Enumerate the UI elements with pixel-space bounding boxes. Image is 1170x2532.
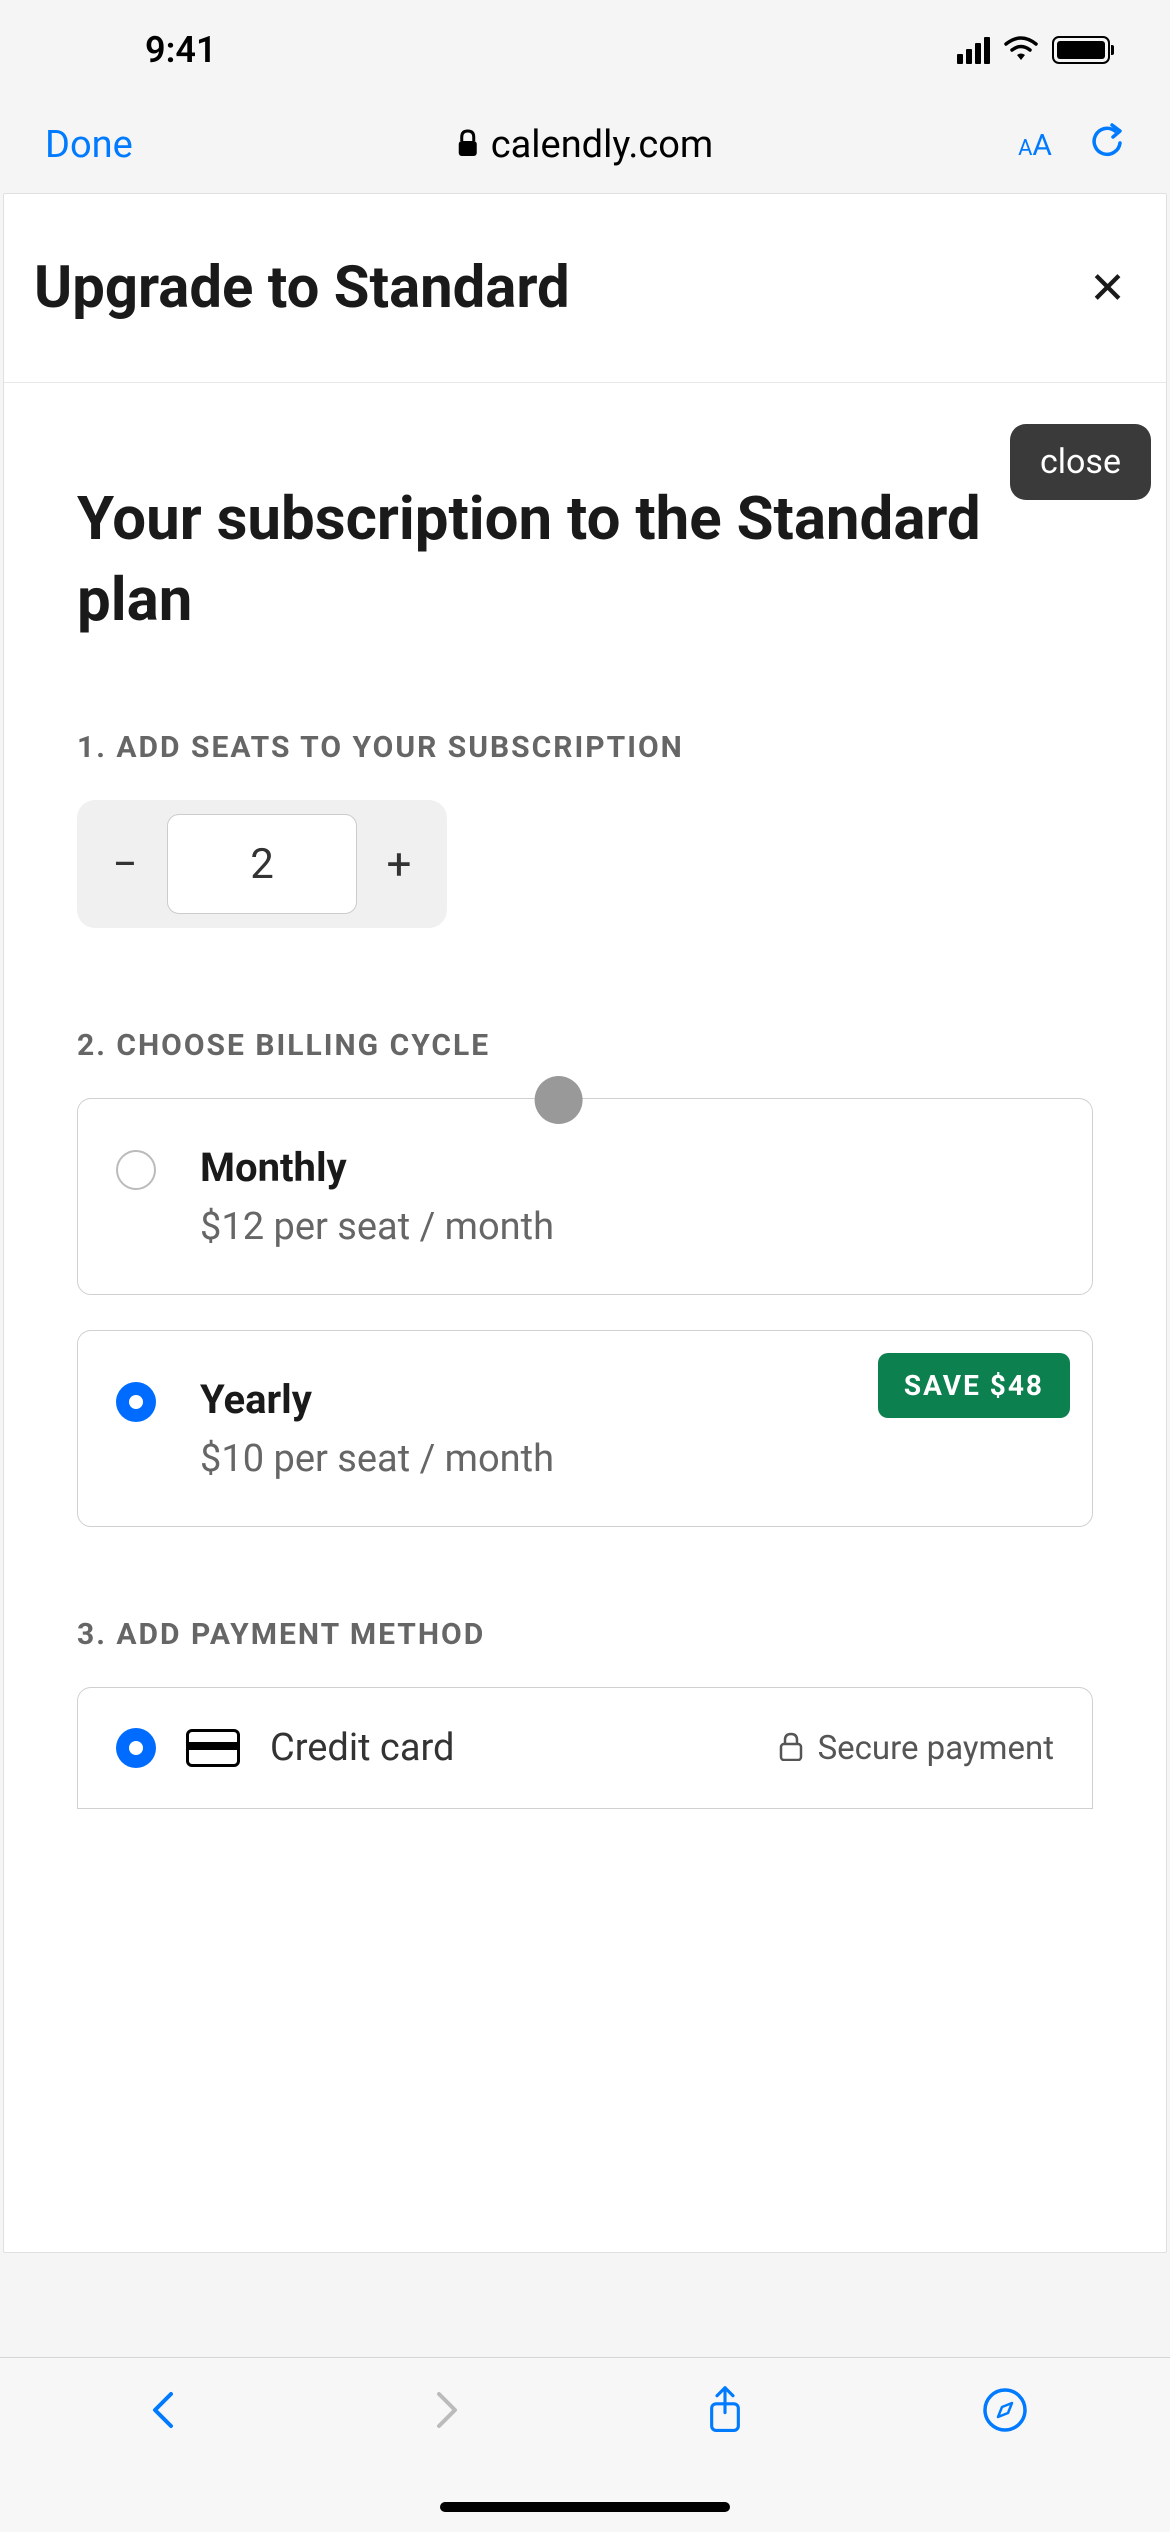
share-button[interactable] [701, 2386, 749, 2438]
option-name: Monthly [200, 1144, 1054, 1191]
forward-button[interactable] [421, 2386, 469, 2438]
seats-stepper: − 2 + [77, 800, 447, 928]
credit-card-icon [186, 1729, 240, 1767]
done-button[interactable]: Done [45, 123, 133, 167]
seats-section-label: 1. Add seats to your subscription [77, 730, 1093, 765]
status-icons [957, 34, 1110, 66]
reload-button[interactable] [1090, 123, 1125, 167]
safari-button[interactable] [981, 2386, 1029, 2438]
status-bar: 9:41 [0, 0, 1170, 100]
radio-monthly[interactable] [116, 1150, 156, 1190]
text-size-button[interactable]: AA [1018, 128, 1052, 163]
seats-value-input[interactable]: 2 [167, 814, 357, 914]
lock-icon [778, 1731, 804, 1765]
subscription-title: Your subscription to the Standard plan [77, 478, 1093, 640]
radio-credit-card[interactable] [116, 1728, 156, 1768]
browser-bar: Done calendly.com AA [0, 100, 1170, 190]
close-tooltip: close [1010, 424, 1151, 500]
billing-section-label: 2. Choose billing cycle [77, 1028, 1093, 1063]
cellular-signal-icon [957, 37, 990, 64]
save-badge: SAVE $48 [878, 1353, 1070, 1418]
payment-option-credit-card[interactable]: Credit card Secure payment [77, 1687, 1093, 1809]
battery-icon [1052, 36, 1110, 64]
billing-option-yearly[interactable]: SAVE $48 Yearly $10 per seat / month [77, 1330, 1093, 1527]
seats-increment-button[interactable]: + [369, 814, 429, 914]
billing-options: Monthly $12 per seat / month SAVE $48 Ye… [77, 1098, 1093, 1527]
status-time: 9:41 [145, 29, 217, 71]
payment-section-label: 3. Add payment method [77, 1617, 1093, 1652]
cursor-indicator-icon [535, 1076, 583, 1124]
option-price: $10 per seat / month [200, 1437, 1054, 1481]
lock-icon [457, 129, 479, 161]
secure-text: Secure payment [818, 1729, 1054, 1768]
browser-controls: AA [1018, 123, 1125, 167]
url-display[interactable]: calendly.com [457, 123, 714, 167]
payment-label: Credit card [270, 1726, 748, 1770]
secure-payment-indicator: Secure payment [778, 1729, 1054, 1768]
page-content: Upgrade to Standard ✕ close Your subscri… [3, 193, 1167, 2253]
close-button[interactable]: ✕ [1079, 262, 1136, 314]
seats-decrement-button[interactable]: − [95, 814, 155, 914]
page-header: Upgrade to Standard ✕ [4, 194, 1166, 383]
page-title: Upgrade to Standard [34, 254, 570, 322]
back-button[interactable] [141, 2386, 189, 2438]
home-indicator[interactable] [440, 2502, 730, 2512]
url-text: calendly.com [491, 123, 714, 167]
wifi-icon [1002, 34, 1040, 66]
radio-yearly[interactable] [116, 1382, 156, 1422]
subscription-card: Your subscription to the Standard plan 1… [7, 418, 1163, 1869]
option-price: $12 per seat / month [200, 1205, 1054, 1249]
billing-option-monthly[interactable]: Monthly $12 per seat / month [77, 1098, 1093, 1295]
